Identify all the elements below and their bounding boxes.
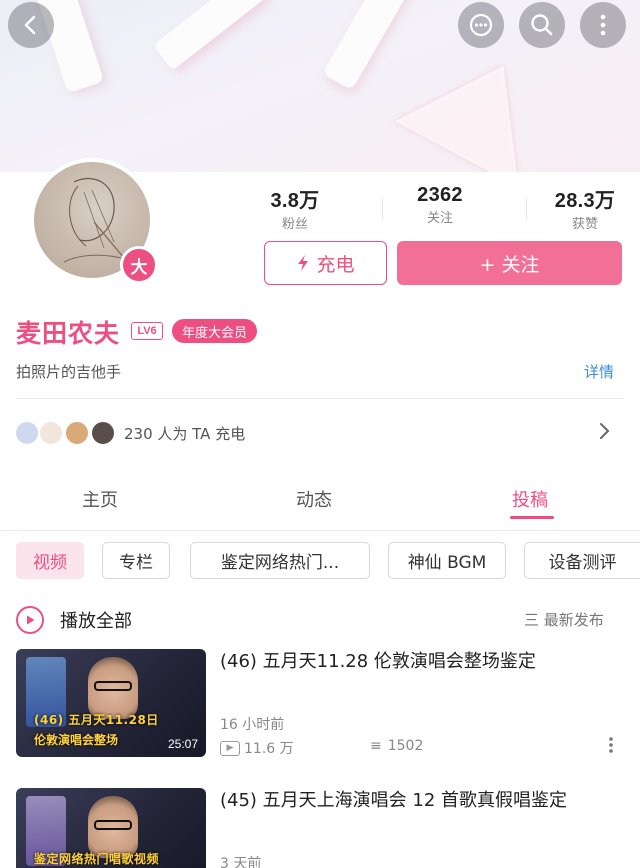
charge-button-label: 充电 [316, 253, 355, 276]
thumbnail-caption: 鉴定网络热门唱歌视频 [34, 852, 160, 866]
details-link[interactable]: 详情 [584, 361, 614, 382]
category-chip-column[interactable]: 专栏 [102, 542, 170, 579]
video-danmaku: ≡ 1502 [370, 738, 423, 754]
supporter-avatar [14, 420, 40, 446]
video-duration: 25:07 [167, 737, 198, 751]
supporter-avatar [90, 420, 116, 446]
tab-uploads[interactable]: 投稿 [512, 486, 548, 512]
video-thumbnail[interactable]: 鉴定网络热门唱歌视频 [16, 788, 206, 868]
more-vertical-icon [600, 14, 606, 36]
charge-supporters-row[interactable]: 230 人为 TA 充电 [14, 413, 622, 453]
charge-button[interactable]: 充电 [264, 241, 387, 285]
vip-badge: 大 [120, 246, 158, 284]
active-tab-indicator [510, 516, 554, 519]
video-title[interactable]: (45) 五月天上海演唱会 12 首歌真假唱鉴定 [220, 789, 630, 813]
follow-button[interactable]: + 关注 [397, 241, 622, 285]
stat-value: 3.8万 [270, 190, 320, 212]
video-time: 16 小时前 [220, 717, 285, 733]
banner-decoration [322, 0, 412, 91]
divider [0, 530, 640, 531]
level-badge: LV6 [131, 322, 163, 340]
divider [16, 398, 624, 399]
video-thumbnail[interactable]: (46) 五月天11.28日 伦敦演唱会整场 25:07 [16, 649, 206, 757]
chevron-left-icon [24, 15, 36, 35]
thumbnail-glasses [94, 681, 132, 691]
supporter-avatar [64, 420, 90, 446]
video-title[interactable]: (46) 五月天11.28 伦敦演唱会整场鉴定 [220, 650, 630, 674]
stat-label: 关注 [426, 211, 453, 226]
category-chip-trending[interactable]: 鉴定网络热门... [190, 542, 370, 579]
bio: 拍照片的吉他手 [16, 363, 122, 381]
stat-likes[interactable]: 28.3万 获赞 [520, 184, 640, 232]
video-time: 3 天前 [220, 856, 262, 868]
banner-decoration [152, 0, 268, 71]
stat-label: 获赞 [571, 217, 598, 232]
video-views: ▶ 11.6 万 [220, 738, 294, 758]
search-icon [531, 14, 553, 36]
sort-button[interactable]: 三 最新发布 [524, 609, 604, 630]
supporter-avatar [38, 420, 64, 446]
tab-home[interactable]: 主页 [82, 486, 118, 512]
stat-label: 粉丝 [281, 217, 308, 232]
thumbnail-caption: (46) 五月天11.28日 [34, 713, 159, 727]
chat-button[interactable] [458, 2, 504, 48]
video-danmaku-value: 1502 [387, 738, 424, 754]
thumbnail-caption: 伦敦演唱会整场 [34, 733, 119, 747]
tab-dynamic[interactable]: 动态 [296, 486, 332, 512]
back-button[interactable] [8, 2, 54, 48]
lightning-icon [298, 255, 309, 271]
chevron-right-icon [598, 421, 610, 446]
chat-bubble-icon [469, 13, 493, 37]
stat-fans[interactable]: 3.8万 粉丝 [230, 184, 360, 232]
stat-following[interactable]: 2362 关注 [375, 184, 505, 226]
profile-stats: 3.8万 粉丝 2362 关注 28.3万 获赞 [230, 184, 630, 232]
more-vertical-icon[interactable] [608, 736, 614, 754]
more-button[interactable] [580, 2, 626, 48]
stat-value: 2362 [417, 184, 463, 206]
stat-value: 28.3万 [554, 190, 616, 212]
category-chip-bgm[interactable]: 神仙 BGM [388, 542, 506, 579]
charge-summary: 230 人为 TA 充电 [124, 425, 246, 443]
play-count-icon: ▶ [220, 740, 240, 756]
category-chip-gear[interactable]: 设备测评 [524, 542, 640, 579]
danmaku-icon: ≡ [370, 738, 382, 754]
profile-tabs: 主页 动态 投稿 [0, 478, 640, 522]
thumbnail-glasses [94, 820, 132, 830]
member-badge[interactable]: 年度大会员 [172, 319, 258, 343]
username: 麦田农夫 [16, 319, 121, 348]
banner-decoration [394, 32, 566, 172]
category-chip-video[interactable]: 视频 [16, 542, 84, 579]
video-views-value: 11.6 万 [244, 741, 294, 757]
play-all-icon[interactable] [16, 606, 44, 634]
search-button[interactable] [519, 2, 565, 48]
play-all-button[interactable]: 播放全部 [60, 607, 132, 633]
